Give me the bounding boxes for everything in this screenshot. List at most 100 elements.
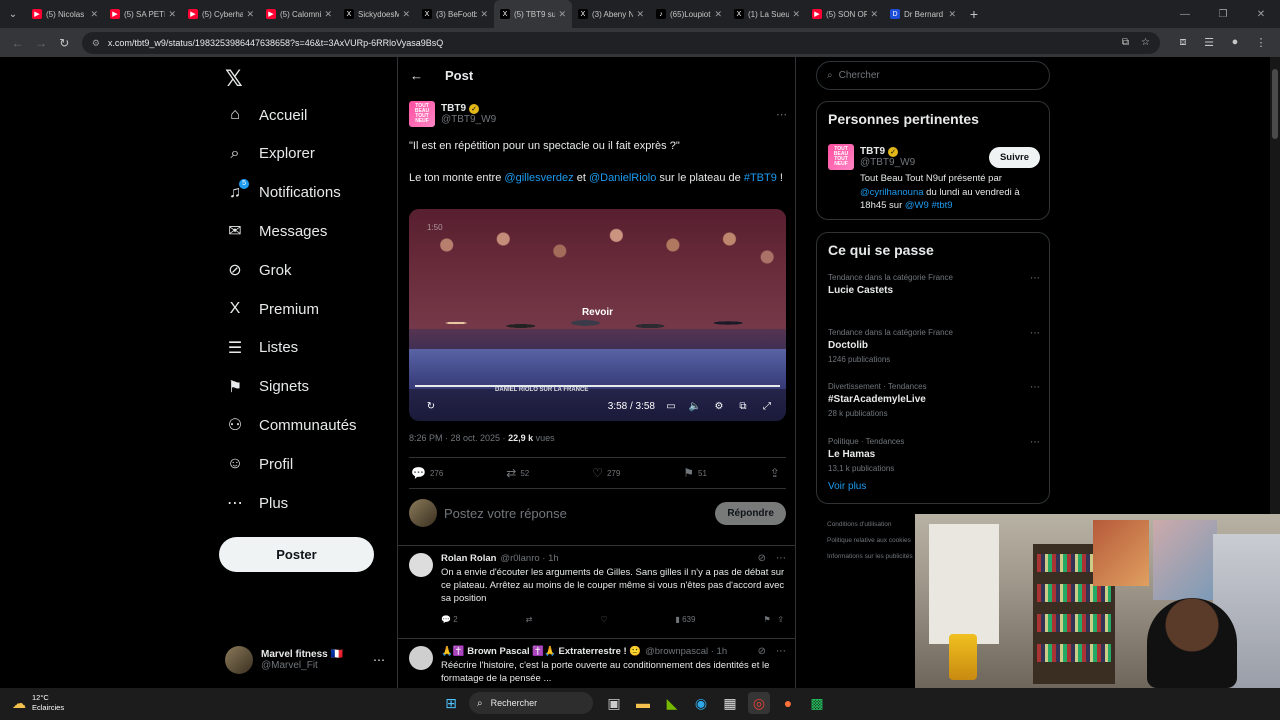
media-icon[interactable]: ☰ [1196,36,1222,49]
close-tab-icon[interactable]: ✕ [714,9,722,20]
more-icon[interactable]: ⋯ [373,653,385,667]
edge-icon[interactable]: ◉ [690,692,712,714]
browser-tab[interactable]: ▶ (5) Nicolas S ✕ [26,0,104,28]
install-icon[interactable]: ⧉ [1122,37,1129,48]
game-app-icon[interactable]: ▩ [806,692,828,714]
share-button[interactable]: ⇪ [770,466,784,480]
address-bar[interactable]: ⚙ x.com/tbt9_w9/status/19832539864476386… [81,31,1160,54]
grok-icon[interactable]: ⊘ [758,646,766,657]
close-tab-icon[interactable]: ✕ [480,9,488,20]
avatar[interactable] [409,646,433,670]
account-switcher[interactable]: Marvel fitness 🇫🇷 @Marvel_Fit ⋯ [225,642,385,678]
site-info-icon[interactable]: ⚙ [92,38,102,48]
back-icon[interactable]: ← [6,36,29,50]
store-icon[interactable]: ▦ [719,692,741,714]
browser-menu-icon[interactable]: ⋮ [1248,36,1274,49]
footer-link[interactable]: Informations sur les publicités [827,549,922,565]
task-view-icon[interactable]: ▣ [603,692,625,714]
reply-author-name[interactable]: 🙏✝️ Brown Pascal ✝️🙏 Extraterrestre ! 🙂 [441,646,641,657]
nav-item-messages[interactable]: ✉ Messages [225,216,327,246]
trend-options-icon[interactable]: ⋯ [1030,328,1040,339]
reply-like-icon[interactable]: ♡ [600,615,607,624]
close-tab-icon[interactable]: ✕ [792,9,800,20]
repost-button[interactable]: ⇄ 52 [506,466,529,480]
author-handle[interactable]: @TBT9_W9 [441,114,776,125]
reply-item[interactable]: Rolan Rolan @r0lanro · 1h ⊘ ⋯ On a envie… [409,553,786,624]
related-avatar[interactable]: TOUT BEAU TOUT NEUF [828,144,854,170]
start-icon[interactable]: ⊞ [440,692,462,714]
fullscreen-icon[interactable]: ⤢ [755,401,779,412]
forward-icon[interactable]: → [29,36,52,50]
extensions-icon[interactable]: ⧈ [1170,36,1196,49]
nav-item-grok[interactable]: ⊘ Grok [225,255,291,285]
video-player[interactable]: 1:50 Revoir DANIEL RIOLO SUR LA FRANCE ↻… [409,209,786,421]
trend-options-icon[interactable]: ⋯ [1030,382,1040,393]
nav-item-profil[interactable]: ☺ Profil [225,449,293,479]
close-tab-icon[interactable]: ✕ [90,9,98,20]
captions-icon[interactable]: ▭ [659,401,683,412]
nav-item-listes[interactable]: ☰ Listes [225,333,298,363]
follow-button[interactable]: Suivre [988,146,1040,168]
post-button[interactable]: Poster [219,537,374,572]
browser-tab[interactable]: ▶ (5) Cyberhar ✕ [182,0,260,28]
file-explorer-icon[interactable]: ▬ [632,692,654,714]
reply-submit-button[interactable]: Répondre [715,501,786,525]
reply-reply-button[interactable]: 💬 2 [441,615,458,624]
new-tab-button[interactable]: + [962,6,986,22]
url-text[interactable]: x.com/tbt9_w9/status/1983253986447638658… [108,38,1110,48]
close-tab-icon[interactable]: ✕ [870,9,878,20]
firefox-icon[interactable]: ● [777,692,799,714]
related-name[interactable]: TBT9 [860,146,885,157]
replay-button[interactable]: Revoir [409,307,786,318]
mention-link[interactable]: @W9 [905,200,929,211]
browser-tab[interactable]: ▶ (5) Calomnie ✕ [260,0,338,28]
search-input[interactable]: ⌕ Chercher [816,61,1050,90]
browser-tab[interactable]: ▶ (5) SON OP ✕ [806,0,884,28]
close-tab-icon[interactable]: ✕ [636,9,644,20]
back-arrow-icon[interactable]: ← [410,68,423,83]
tab-search-icon[interactable]: ⌄ [0,0,26,28]
nav-item-accueil[interactable]: ⌂ Accueil [225,100,307,130]
video-progress-bar[interactable] [415,385,780,387]
author-name[interactable]: TBT9 [441,103,466,114]
reply-item[interactable]: 🙏✝️ Brown Pascal ✝️🙏 Extraterrestre ! 🙂 … [409,646,786,685]
reply-options-icon[interactable]: ⋯ [776,646,786,657]
profile-icon[interactable]: ● [1222,36,1248,49]
close-tab-icon[interactable]: ✕ [246,9,254,20]
nvidia-icon[interactable]: ◣ [661,692,683,714]
reply-input[interactable]: Postez votre réponse [444,506,715,521]
nav-item-communautés[interactable]: ⚇ Communautés [225,410,357,440]
related-handle[interactable]: @TBT9_W9 [860,157,989,168]
grok-icon[interactable]: ⊘ [758,553,766,564]
reload-icon[interactable]: ↻ [53,36,76,50]
nav-item-explorer[interactable]: ⌕ Explorer [225,139,315,169]
trend-options-icon[interactable]: ⋯ [1030,437,1040,448]
mention-link[interactable]: @cyrilhanouna [860,187,924,198]
browser-tab[interactable]: ▶ (5) SA PETITE✕ [104,0,182,28]
see-more-link[interactable]: Voir plus [828,481,866,492]
post-options-icon[interactable]: ⋯ [776,108,787,121]
maximize-icon[interactable]: ❐ [1204,9,1242,20]
footer-link[interactable]: Politique relative aux cookies [827,533,922,549]
nav-item-notifications[interactable]: ♫ 5 Notifications [225,178,341,208]
nav-item-plus[interactable]: ⋯ Plus [225,488,288,518]
nav-item-signets[interactable]: ⚑ Signets [225,372,309,402]
hashtag-link[interactable]: #tbt9 [931,200,952,211]
trend-item[interactable]: Divertissement · Tendances #StarAcademyle… [828,382,1040,418]
browser-tab[interactable]: D Dr Bernard ✕ [884,0,962,28]
close-tab-icon[interactable]: ✕ [168,9,176,20]
reply-bookmark-icon[interactable]: ⚑ ⇪ [763,615,784,624]
like-button[interactable]: ♡ 279 [592,466,620,480]
x-logo-icon[interactable]: 𝕏 [225,66,243,92]
close-tab-icon[interactable]: ✕ [558,9,566,20]
mention-link[interactable]: @gillesverdez [504,172,573,184]
close-window-icon[interactable]: ✕ [1242,9,1280,20]
avatar[interactable] [409,553,433,577]
browser-tab[interactable]: X (3) Abeny N ✕ [572,0,650,28]
browser-tab[interactable]: X (1) La Sueur ✕ [728,0,806,28]
nav-item-premium[interactable]: X Premium [225,294,319,324]
close-tab-icon[interactable]: ✕ [402,9,410,20]
trend-item[interactable]: Tendance dans la catégorie France Doctoli… [828,328,1040,364]
close-tab-icon[interactable]: ✕ [324,9,332,20]
reply-options-icon[interactable]: ⋯ [776,553,786,564]
